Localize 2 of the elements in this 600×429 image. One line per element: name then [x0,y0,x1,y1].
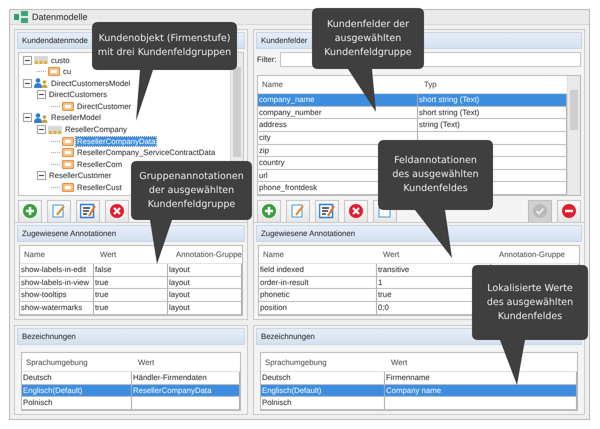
window-title: Datenmodelle [32,12,88,22]
callout-text: Gruppenannotationen der ausgewählten Kundenfeldgruppe [139,170,244,212]
